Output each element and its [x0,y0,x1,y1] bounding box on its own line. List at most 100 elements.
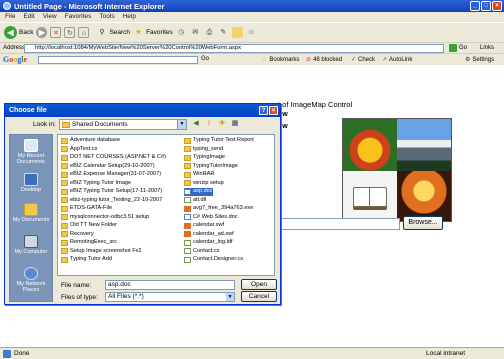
list-item[interactable]: WinRAR [184,171,214,179]
list-item[interactable]: TypingTutorImage [184,163,238,171]
list-item[interactable]: calendar_ad.swf [184,231,234,239]
list-item[interactable]: ebiz-typing tutor_Testing_22-10-2007 [61,197,162,205]
close-button[interactable]: × [492,1,502,11]
list-item[interactable]: DOT NET COURSES (ASP.NET & C#) [61,154,166,162]
forward-button[interactable]: ▶ [36,27,48,38]
messenger-icon[interactable]: ☺ [246,27,257,38]
place-network[interactable]: My Network Places [10,267,52,293]
up-folder-icon[interactable]: ⇧ [204,119,214,129]
place-my-computer[interactable]: My Computer [10,235,52,255]
list-item[interactable]: ETDS-GATA-File [61,205,112,213]
list-item[interactable]: Old TT New Folder [61,222,117,230]
back-icon[interactable]: ◀ [191,119,201,129]
menu-edit[interactable]: Edit [23,12,34,22]
links-button[interactable]: Links [480,45,494,51]
list-item[interactable]: calendar.swf [184,222,224,230]
dialog-close-button[interactable]: × [269,106,278,115]
cancel-button[interactable]: Cancel [241,291,277,302]
refresh-button[interactable]: ↻ [64,27,76,38]
help-button[interactable]: ? [259,106,268,115]
look-in-dropdown[interactable]: Shared Documents ▼ [59,119,187,130]
maximize-button[interactable]: □ [481,1,491,11]
menu-file[interactable]: File [5,12,15,22]
place-my-documents[interactable]: My Documents [10,203,52,223]
list-item[interactable]: Setup Image screenshot Fx2 [61,248,142,256]
print-icon[interactable]: ⎙ [204,27,215,38]
spell-check-button[interactable]: ✓ Check [351,56,375,64]
cs-file-icon [184,248,191,255]
list-item[interactable]: Recovery [61,231,94,239]
menu-tools[interactable]: Tools [99,12,114,22]
list-item[interactable]: atl.dll [184,197,206,205]
folder-icon[interactable] [231,27,243,38]
file-list[interactable]: Adventure database AppTest.cs DOT NET CO… [57,134,275,276]
address-input[interactable]: http://localhost:1084/MyWebSite/New%20Se… [24,44,444,53]
search-button[interactable]: ⚲ Search [96,27,130,38]
file-icon [184,197,191,204]
home-button[interactable]: ⌂ [78,27,90,38]
status-zone: Local intranet [426,350,466,357]
list-item[interactable]: winzip setup [184,180,224,188]
list-item[interactable]: calendar_log.ldf [184,239,233,247]
place-recent[interactable]: My Recent Documents [10,139,52,165]
list-item[interactable]: Typing Tutor Add [61,256,112,264]
menu-view[interactable]: View [43,12,57,22]
list-item[interactable]: typing_send [184,146,223,154]
list-item[interactable]: mysqlconnector-odbc3.51 setup [61,214,149,222]
dialog-title: Choose file [9,107,47,114]
places-bar: My Recent Documents Desktop My Documents… [9,134,53,302]
cs-file-icon [184,256,191,263]
mountain-image[interactable] [397,119,451,171]
minimize-button[interactable]: _ [470,1,480,11]
desktop-icon [24,173,38,186]
google-search-input[interactable] [38,56,198,64]
dialog-titlebar: Choose file ? × [5,104,280,117]
check-icon: ✓ [351,57,357,63]
book-image[interactable] [343,171,397,221]
list-item[interactable]: eBIZ Typing Tutor Image [61,180,131,188]
stop-button[interactable]: ✕ [50,27,62,38]
list-item-selected[interactable]: asp.doc [184,188,213,196]
google-go-button[interactable]: Go [201,56,209,62]
flower-image[interactable] [343,119,397,171]
menu-help[interactable]: Help [123,12,136,22]
autolink-button[interactable]: ↗ AutoLink [382,56,412,64]
bookmarks-button[interactable]: ☆ Bookmarks [262,56,299,64]
list-item[interactable]: avg7_free_394a763.exe [184,205,253,213]
menu-favorites[interactable]: Favorites [65,12,92,22]
list-item[interactable]: Adventure database [61,137,120,145]
view-menu-icon[interactable]: ▦ [230,119,240,129]
list-item[interactable]: RemotingExec_src [61,239,117,247]
file-type-dropdown[interactable]: All Files (*.*) ▼ [105,292,235,302]
open-button[interactable]: Open [241,279,277,290]
new-folder-icon[interactable]: ✚ [217,119,227,129]
place-desktop[interactable]: Desktop [10,173,52,193]
mail-icon[interactable]: ✉ [190,27,201,38]
image-map[interactable] [342,118,452,222]
sunset-image[interactable] [397,171,451,221]
list-item[interactable]: Typing Tutor Test Report [184,137,254,145]
history-icon[interactable]: ◷ [176,27,187,38]
menu-bar: File Edit View Favorites Tools Help [0,12,504,22]
back-button[interactable]: ◀ Back [4,26,33,39]
list-item[interactable]: TypingImage [184,154,225,162]
list-item[interactable]: Contact.cs [184,248,219,256]
folder-icon [61,239,68,246]
list-item[interactable]: eBIZ Expense Manager(31-07-2007) [61,171,161,179]
file-name-input[interactable]: asp.doc [105,280,235,290]
go-button[interactable]: Go [449,44,467,52]
list-item[interactable]: eBIZ Calendar Setup(29-10-2007) [61,163,155,171]
file-path-input[interactable] [276,218,400,230]
list-item[interactable]: C# Web Sites.doc [184,214,238,222]
list-item[interactable]: eBIZ Typing Tutor Setup(17-11-2007) [61,188,162,196]
list-item[interactable]: AppTest.cs [61,146,97,154]
favorites-button[interactable]: ★ Favorites [133,27,172,38]
my-documents-icon [24,203,38,216]
browse-button[interactable]: Browse... [403,216,443,230]
go-arrow-icon [449,44,457,52]
edit-icon[interactable]: ✎ [218,27,229,38]
settings-button[interactable]: ⚙ Settings [465,56,494,64]
list-item[interactable]: Contact.Designer.cs [184,256,243,264]
flash-file-icon [184,222,191,229]
popup-blocker-button[interactable]: ⊘ 48 blocked [306,56,342,64]
